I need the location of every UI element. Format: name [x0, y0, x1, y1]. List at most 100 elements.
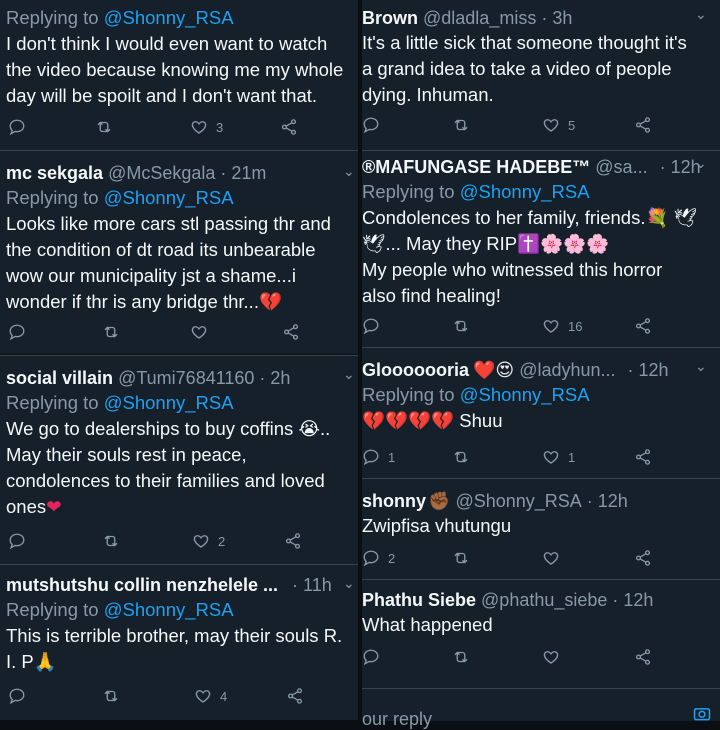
display-name[interactable]: ®MAFUNGASE HADEBE™ [362, 155, 590, 179]
timestamp[interactable]: · 3h [541, 6, 572, 30]
display-name[interactable]: mutshutshu collin nenzhelele ... [6, 573, 278, 597]
heart-icon [543, 651, 559, 664]
reply-mention-link[interactable]: @Shonny_RSA [104, 187, 234, 208]
user-handle[interactable]: @phathu_siebe [481, 588, 607, 612]
reply-button[interactable]: 2 [362, 549, 395, 567]
chevron-down-icon[interactable]: ⌄ [695, 358, 707, 375]
reply-mention-link[interactable]: @Shonny_RSA [460, 384, 590, 405]
tweet-text: It's a little sick that someone thought … [362, 32, 687, 105]
tweet-text: Looks like more cars stl passing thr and… [6, 213, 331, 312]
tweet-card[interactable]: mc sekgala @McSekgala · 21m ⌄ Replying t… [0, 151, 358, 354]
retweet-button[interactable] [452, 116, 470, 134]
reply-mention-link[interactable]: @Shonny_RSA [460, 181, 590, 202]
share-icon [635, 117, 651, 133]
timestamp[interactable]: · 21m [220, 161, 266, 185]
tweet-card[interactable]: Replying to @Shonny_RSA I don't think I … [0, 0, 358, 150]
reply-mention-link[interactable]: @Shonny_RSA [104, 599, 234, 620]
like-button[interactable]: 2 [192, 532, 225, 550]
user-handle[interactable]: @Tumi76841160 [118, 366, 254, 390]
comment-icon [363, 449, 379, 466]
display-name[interactable]: Brown [362, 6, 418, 30]
share-button[interactable] [634, 549, 652, 567]
user-handle[interactable]: @sa... [595, 155, 647, 179]
like-button[interactable]: 3 [190, 118, 223, 136]
retweet-button[interactable] [102, 323, 120, 341]
like-button[interactable] [542, 648, 568, 666]
like-button[interactable]: 1 [542, 448, 575, 466]
display-name[interactable]: mc sekgala [6, 161, 103, 185]
tweet-actions [362, 648, 720, 670]
timestamp[interactable]: · 2h [259, 366, 290, 390]
share-button[interactable] [280, 118, 298, 136]
retweet-button[interactable] [102, 532, 120, 550]
share-button[interactable] [286, 687, 304, 705]
comment-icon [9, 324, 25, 341]
reply-count: 2 [388, 550, 396, 566]
chevron-down-icon[interactable]: ⌄ [343, 366, 355, 383]
share-button[interactable] [634, 116, 652, 134]
retweet-button[interactable] [452, 317, 470, 335]
display-name[interactable]: social villain [6, 366, 113, 390]
chevron-down-icon[interactable]: ⌄ [343, 163, 355, 180]
chevron-down-icon[interactable]: ⌄ [695, 155, 707, 172]
reply-button[interactable]: 1 [362, 448, 395, 466]
retweet-button[interactable] [452, 448, 470, 466]
retweet-button[interactable] [452, 648, 470, 666]
reply-button[interactable] [8, 532, 26, 550]
display-name[interactable]: Glooooooria [362, 358, 469, 382]
reply-composer[interactable]: our reply [362, 688, 720, 729]
share-icon [635, 649, 651, 665]
retweet-button[interactable] [95, 118, 113, 136]
chevron-down-icon[interactable]: ⌄ [695, 6, 707, 23]
heart-icon [191, 121, 207, 134]
share-button[interactable] [282, 323, 300, 341]
reply-mention-link[interactable]: @Shonny_RSA [104, 7, 234, 28]
user-handle[interactable]: @ladyhun... [519, 358, 615, 382]
name-emoji: ❤️😍 [473, 360, 515, 380]
chevron-down-icon[interactable]: ⌄ [343, 575, 355, 592]
tweet-card[interactable]: Brown @dladla_miss · 3h ⌄ It's a little … [362, 0, 720, 150]
user-handle[interactable]: @Shonny_RSA [455, 489, 581, 513]
timestamp[interactable]: · 12h [587, 489, 628, 513]
share-button[interactable] [634, 448, 652, 466]
reply-mention-link[interactable]: @Shonny_RSA [104, 392, 234, 413]
tweet-header: ®MAFUNGASE HADEBE™ @sa... · 12h [362, 155, 714, 179]
retweet-button[interactable] [452, 549, 470, 567]
reply-button[interactable] [8, 323, 26, 341]
comment-icon [363, 318, 379, 335]
reply-button[interactable] [362, 317, 380, 335]
user-handle[interactable]: @dladla_miss [423, 6, 536, 30]
tweet-card[interactable]: mutshutshu collin nenzhelele ... · 11h ⌄… [0, 565, 358, 720]
user-handle[interactable]: @McSekgala [108, 161, 215, 185]
tweet-card[interactable]: shonny ✊🏾 @Shonny_RSA · 12h Zwipfisa vhu… [362, 479, 720, 579]
timestamp[interactable]: · 12h [612, 588, 653, 612]
tweet-card[interactable]: Glooooooria ❤️😍 @ladyhun... · 12h ⌄ Repl… [362, 348, 720, 478]
timestamp[interactable]: · 11h [292, 573, 332, 597]
heart-icon [543, 451, 559, 464]
tweet-card[interactable]: social villain @Tumi76841160 · 2h ⌄ Repl… [0, 356, 358, 564]
reply-button[interactable] [8, 118, 26, 136]
like-button[interactable]: 4 [194, 687, 227, 705]
timestamp[interactable]: · 12h [628, 358, 669, 382]
reply-button[interactable] [8, 687, 26, 705]
heart-icon [193, 535, 209, 548]
reply-button[interactable] [362, 116, 380, 134]
like-button[interactable] [542, 549, 568, 567]
comment-icon [363, 550, 379, 567]
reply-button[interactable] [362, 648, 380, 666]
tweet-header: Brown @dladla_miss · 3h [362, 6, 714, 30]
display-name[interactable]: Phathu Siebe [362, 588, 476, 612]
display-name[interactable]: shonny [362, 489, 426, 513]
tweet-card[interactable]: Phathu Siebe @phathu_siebe · 12h What ha… [362, 580, 720, 688]
like-button[interactable]: 5 [542, 116, 575, 134]
tweet-actions: 3 [0, 118, 358, 140]
camera-icon[interactable] [692, 703, 712, 723]
like-count: 16 [568, 318, 583, 334]
retweet-button[interactable] [102, 687, 120, 705]
share-button[interactable] [634, 317, 652, 335]
tweet-card[interactable]: ®MAFUNGASE HADEBE™ @sa... · 12h ⌄ Replyi… [362, 151, 720, 347]
share-button[interactable] [634, 648, 652, 666]
like-button[interactable]: 16 [542, 317, 582, 335]
share-button[interactable] [284, 532, 302, 550]
like-button[interactable] [190, 323, 216, 341]
